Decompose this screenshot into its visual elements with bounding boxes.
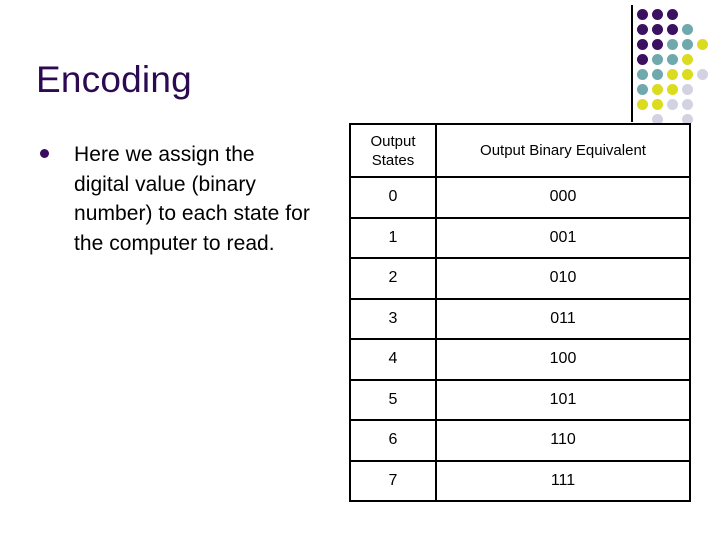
cell-output-state: 6	[349, 419, 437, 462]
decoration-dot-lavender	[682, 99, 693, 110]
decoration-dot-purple	[652, 24, 663, 35]
decoration-dot-teal	[637, 69, 648, 80]
cell-output-binary: 101	[435, 378, 691, 421]
decoration-dot-grid	[637, 9, 720, 125]
cell-output-binary: 010	[435, 257, 691, 300]
decoration-dot-yellow	[652, 84, 663, 95]
cell-output-state: 3	[349, 297, 437, 340]
cell-output-state: 0	[349, 176, 437, 219]
decoration-dot-teal	[652, 69, 663, 80]
cell-output-binary: 011	[435, 297, 691, 340]
cell-output-binary: 000	[435, 176, 691, 219]
decoration-dot-purple	[667, 24, 678, 35]
cell-output-state: 7	[349, 459, 437, 502]
decoration-dot-purple	[652, 9, 663, 20]
decoration-dot-teal	[667, 39, 678, 50]
cell-output-binary: 110	[435, 419, 691, 462]
decoration-dot-purple	[652, 39, 663, 50]
table-body: 0 000 1 001 2 010 3 011 4 100 5 101 6 110 7 111	[349, 176, 691, 502]
decoration-dot-yellow	[667, 84, 678, 95]
table-row: 7 111	[349, 459, 691, 502]
decoration-dot-teal	[637, 84, 648, 95]
cell-output-binary: 001	[435, 216, 691, 259]
cell-output-state: 4	[349, 338, 437, 381]
cell-output-state: 1	[349, 216, 437, 259]
table-row: 3 011	[349, 297, 691, 340]
cell-output-binary: 111	[435, 459, 691, 502]
decoration-dot-teal	[667, 54, 678, 65]
bullet-item-text: Here we assign the digital value (binary…	[74, 143, 310, 255]
table-row: 1 001	[349, 216, 691, 259]
decoration-dot-yellow	[637, 99, 648, 110]
table-row: 0 000	[349, 176, 691, 219]
decoration-dot-purple	[637, 9, 648, 20]
table-row: 4 100	[349, 338, 691, 381]
decoration-vertical-rule	[631, 5, 633, 122]
decoration-dot-lavender	[667, 99, 678, 110]
corner-decoration	[631, 0, 720, 125]
table-row: 6 110	[349, 419, 691, 462]
bullet-disc-icon	[40, 149, 49, 158]
decoration-dot-yellow	[652, 99, 663, 110]
encoding-table-container: Output States Output Binary Equivalent 0…	[349, 123, 691, 502]
column-header-output-binary-equivalent: Output Binary Equivalent	[435, 123, 691, 178]
decoration-dot-lavender	[682, 84, 693, 95]
column-header-output-states: Output States	[349, 123, 437, 178]
decoration-dot-teal	[652, 54, 663, 65]
decoration-dot-teal	[682, 39, 693, 50]
decoration-dot-yellow	[682, 54, 693, 65]
cell-output-state: 2	[349, 257, 437, 300]
cell-output-binary: 100	[435, 338, 691, 381]
bullet-list: Here we assign the digital value (binary…	[40, 140, 315, 258]
decoration-dot-yellow	[667, 69, 678, 80]
cell-output-state: 5	[349, 378, 437, 421]
decoration-dot-yellow	[697, 39, 708, 50]
decoration-dot-purple	[667, 9, 678, 20]
decoration-dot-purple	[637, 39, 648, 50]
table-header-row: Output States Output Binary Equivalent	[349, 123, 691, 178]
decoration-dot-yellow	[682, 69, 693, 80]
table-row: 5 101	[349, 378, 691, 421]
decoration-dot-purple	[637, 54, 648, 65]
decoration-dot-lavender	[697, 69, 708, 80]
decoration-dot-purple	[637, 24, 648, 35]
table-row: 2 010	[349, 257, 691, 300]
decoration-dot-teal	[682, 24, 693, 35]
page-title: Encoding	[36, 59, 192, 100]
encoding-table: Output States Output Binary Equivalent 0…	[349, 123, 691, 502]
